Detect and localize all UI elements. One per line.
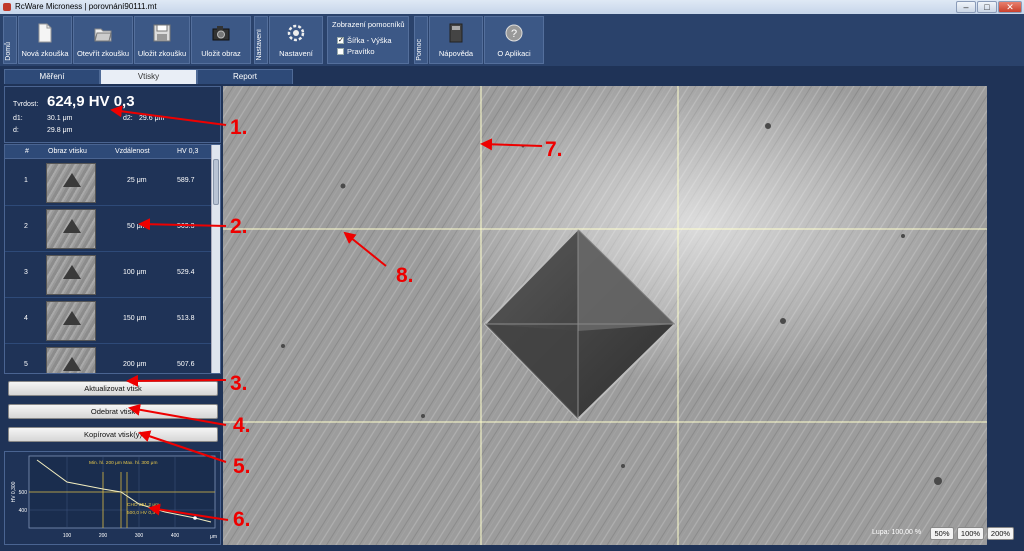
hardness-profile-svg: HV 0,300 500 400 100 200 300 400 μm Min.… <box>11 455 217 540</box>
zoom-200-button[interactable]: 200% <box>987 527 1014 540</box>
indents-table: # Obraz vtisku Vzdálenost HV 0,3 1 25 μm… <box>4 144 221 374</box>
chart-xtick: 100 <box>63 533 72 539</box>
ribbon-toolbar: Domů Nová zkouška Otevřít zkoušku Uložit… <box>0 14 1024 66</box>
table-row[interactable]: 4 150 μm 513.8 <box>5 298 212 344</box>
new-test-button[interactable]: Nová zkouška <box>18 16 72 64</box>
ribbon-group-settings: Nastavení <box>254 16 268 64</box>
help-button[interactable]: Nápověda <box>429 16 483 64</box>
annotation-6: 6. <box>233 508 251 531</box>
indent-thumbnail <box>46 209 96 249</box>
annotation-3: 3. <box>230 372 248 395</box>
hardness-label: Tvrdost: <box>13 101 39 108</box>
chart-ytick: 500 <box>19 490 28 496</box>
ribbon-group-home: Domů <box>3 16 17 64</box>
hardness-value: 624,9 HV 0,3 <box>47 93 135 110</box>
save-image-button[interactable]: Uložit obraz <box>191 16 251 64</box>
table-row[interactable]: 2 50 μm 569.3 <box>5 206 212 252</box>
zoom-100-button[interactable]: 100% <box>957 527 984 540</box>
col-hv: HV 0,3 <box>177 148 199 155</box>
table-row[interactable]: 1 25 μm 589.7 <box>5 160 212 206</box>
viewer-side-strip <box>987 86 1020 545</box>
annotation-7: 7. <box>545 138 563 161</box>
indent-thumbnail <box>46 347 96 373</box>
zoom-label: Lupa: 100,00 % <box>872 529 922 536</box>
table-header: # Obraz vtisku Vzdálenost HV 0,3 <box>5 145 212 159</box>
chart-xtick: 200 <box>99 533 108 539</box>
svg-text:?: ? <box>511 28 517 40</box>
tab-report[interactable]: Report <box>197 69 293 84</box>
about-button[interactable]: ? O Aplikaci <box>484 16 544 64</box>
annotation-8: 8. <box>396 264 414 287</box>
tab-indents[interactable]: Vtisky <box>100 69 197 84</box>
table-row[interactable]: 5 200 μm 507.6 <box>5 344 212 373</box>
chart-annotation-cho: CHO 251,2 μm <box>127 502 159 508</box>
maximize-button[interactable]: □ <box>977 1 997 13</box>
d-value: 29.8 μm <box>47 127 73 134</box>
title-bar: RcWare Microness | porovnání90111.mt – □… <box>0 0 1024 14</box>
d2-value: 29.6 μm <box>139 115 165 122</box>
col-image: Obraz vtisku <box>48 148 87 155</box>
remove-indent-button[interactable]: Odebrat vtisk <box>8 404 218 419</box>
settings-button[interactable]: Nastavení <box>269 16 323 64</box>
table-scrollbar[interactable] <box>211 145 220 373</box>
indent-thumbnail <box>46 255 96 295</box>
width-height-checkbox[interactable]: ✓ <box>337 37 344 44</box>
ruler-checkbox[interactable] <box>337 48 344 55</box>
chart-xtick: 300 <box>135 533 144 539</box>
col-distance: Vzdálenost <box>115 148 150 155</box>
hardness-info-panel: Tvrdost: 624,9 HV 0,3 d1: 30.1 μm d2: 29… <box>4 86 221 143</box>
help-book-icon <box>449 23 463 43</box>
save-test-button[interactable]: Uložit zkoušku <box>134 16 190 64</box>
gear-icon <box>287 24 305 42</box>
indent-thumbnail <box>46 163 96 203</box>
helpers-panel: Zobrazení pomocníků ✓ Šířka - Výška Prav… <box>327 16 409 64</box>
copy-indents-button[interactable]: Kopírovat vtisk(y) <box>8 427 218 442</box>
chart-annotation-hv: 500,0 HV 0,3 <box>127 510 155 516</box>
chart-annotation-limits: Min. hl. 200 μm Max. hl. 300 μm <box>89 460 157 466</box>
save-disk-icon <box>153 24 171 42</box>
annotation-1: 1. <box>230 116 248 139</box>
d2-label: d2: <box>123 115 133 122</box>
close-button[interactable]: ✕ <box>998 1 1022 13</box>
update-indent-button[interactable]: Aktualizovat vtisk <box>8 381 218 396</box>
camera-icon <box>212 26 230 41</box>
annotation-5: 5. <box>233 455 251 478</box>
d-label: d: <box>13 127 19 134</box>
open-folder-icon <box>94 28 112 42</box>
tab-bar: Měření Vtisky Report <box>0 66 1024 84</box>
chart-xtick: 400 <box>171 533 180 539</box>
window-title: RcWare Microness | porovnání90111.mt <box>15 2 157 11</box>
open-test-button[interactable]: Otevřít zkoušku <box>73 16 133 64</box>
hardness-profile-chart: HV 0,300 500 400 100 200 300 400 μm Min.… <box>4 451 221 545</box>
annotation-2: 2. <box>230 215 248 238</box>
minimize-button[interactable]: – <box>956 1 976 13</box>
app-icon <box>3 3 11 11</box>
table-row[interactable]: 3 100 μm 529.4 <box>5 252 212 298</box>
d1-label: d1: <box>13 115 23 122</box>
annotation-4: 4. <box>233 414 251 437</box>
d1-value: 30.1 μm <box>47 115 73 122</box>
microscope-image-viewer[interactable] <box>223 86 987 545</box>
col-num: # <box>25 148 29 155</box>
question-icon: ? <box>505 24 523 42</box>
chart-x-unit: μm <box>210 534 217 540</box>
indent-thumbnail <box>46 301 96 341</box>
scrollbar-thumb[interactable] <box>213 159 219 205</box>
ribbon-group-help: Pomoc <box>414 16 428 64</box>
chart-y-label: HV 0,300 <box>11 481 17 502</box>
tab-measure[interactable]: Měření <box>4 69 100 84</box>
microscope-image <box>223 86 987 545</box>
zoom-50-button[interactable]: 50% <box>930 527 954 540</box>
chart-ytick: 400 <box>19 508 28 514</box>
new-file-icon <box>38 23 52 43</box>
